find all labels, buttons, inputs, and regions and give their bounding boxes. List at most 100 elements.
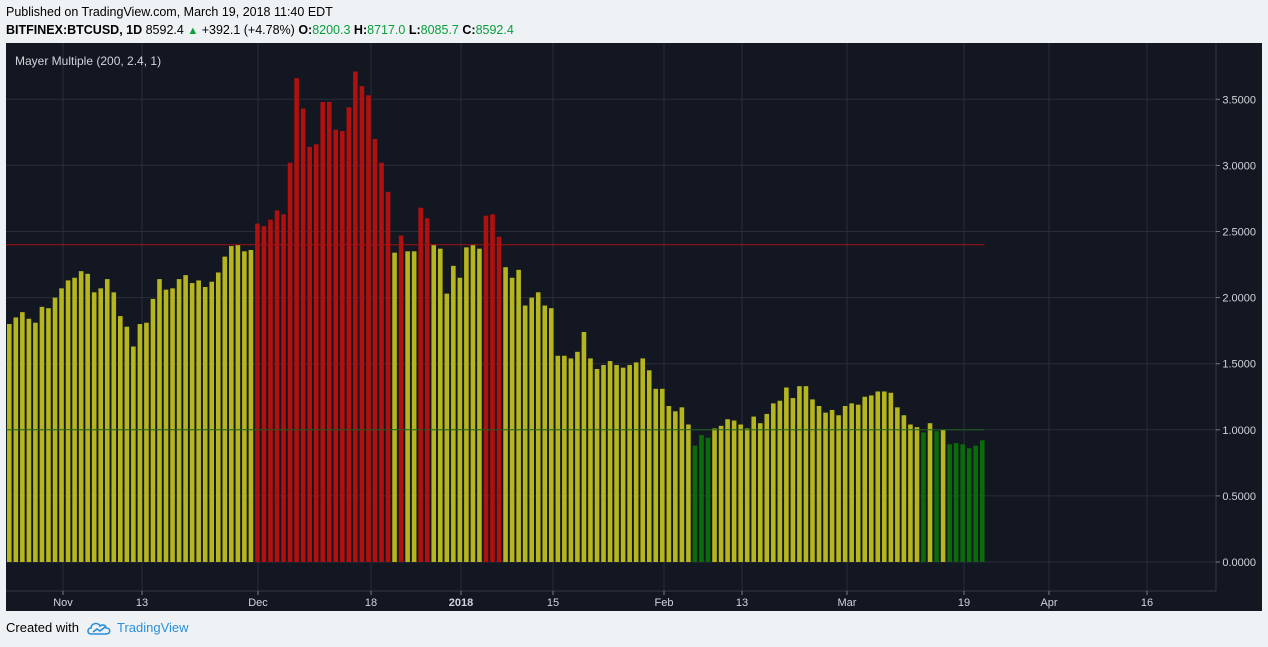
bar[interactable] <box>313 144 319 563</box>
bar[interactable] <box>823 412 828 562</box>
bar[interactable] <box>921 432 926 562</box>
bar[interactable] <box>594 368 600 562</box>
bar[interactable] <box>914 427 920 562</box>
bar[interactable] <box>555 355 561 562</box>
bar[interactable] <box>418 207 423 563</box>
bar[interactable] <box>660 388 665 562</box>
bar[interactable] <box>437 248 443 562</box>
bar[interactable] <box>522 305 528 562</box>
bar[interactable] <box>718 425 724 562</box>
bar[interactable] <box>294 78 299 562</box>
bar[interactable] <box>836 415 841 562</box>
bar[interactable] <box>646 370 652 562</box>
bar[interactable] <box>7 324 12 562</box>
bar[interactable] <box>731 420 737 562</box>
bar[interactable] <box>535 292 541 562</box>
bar[interactable] <box>451 265 456 562</box>
bar[interactable] <box>934 431 939 562</box>
bar[interactable] <box>725 419 730 562</box>
bar[interactable] <box>215 272 221 562</box>
bar[interactable] <box>483 215 489 563</box>
bar[interactable] <box>379 162 384 563</box>
bar[interactable] <box>242 251 247 562</box>
bar[interactable] <box>229 246 234 563</box>
bar[interactable] <box>150 298 156 562</box>
bar[interactable] <box>431 244 437 562</box>
bar[interactable] <box>248 250 254 562</box>
bar[interactable] <box>222 256 228 562</box>
bar[interactable] <box>255 223 260 562</box>
bar[interactable] <box>888 392 894 562</box>
bar[interactable] <box>137 324 143 562</box>
bar[interactable] <box>562 355 567 562</box>
bar[interactable] <box>307 146 312 562</box>
bar[interactable] <box>281 214 286 562</box>
bar[interactable] <box>829 409 835 562</box>
bar[interactable] <box>405 251 410 562</box>
bar[interactable] <box>751 416 757 562</box>
bar[interactable] <box>274 210 280 562</box>
bar[interactable] <box>78 271 84 562</box>
bar[interactable] <box>640 358 646 562</box>
bar[interactable] <box>196 280 201 562</box>
bar[interactable] <box>104 279 110 562</box>
bar[interactable] <box>503 267 508 562</box>
bar[interactable] <box>131 346 136 562</box>
bar[interactable] <box>470 244 476 562</box>
bar[interactable] <box>810 399 815 562</box>
bar[interactable] <box>862 396 868 562</box>
bar[interactable] <box>346 107 352 563</box>
bar[interactable] <box>738 424 743 562</box>
tradingview-brand[interactable]: TradingView <box>87 620 189 635</box>
bar[interactable] <box>163 289 169 562</box>
bar[interactable] <box>457 277 463 562</box>
bar[interactable] <box>627 365 632 562</box>
bar[interactable] <box>118 316 123 562</box>
bar[interactable] <box>901 415 907 562</box>
bar[interactable] <box>588 358 593 562</box>
bar[interactable] <box>803 386 809 562</box>
bar[interactable] <box>908 424 913 562</box>
bar[interactable] <box>157 279 162 562</box>
bar[interactable] <box>13 317 19 562</box>
bar[interactable] <box>424 218 430 562</box>
bar[interactable] <box>509 277 515 562</box>
bar[interactable] <box>490 214 495 562</box>
bar[interactable] <box>392 252 397 563</box>
bar[interactable] <box>444 293 450 562</box>
bar[interactable] <box>333 129 339 562</box>
bar[interactable] <box>797 386 802 562</box>
bar[interactable] <box>170 288 175 562</box>
mayer-multiple-chart[interactable]: 0.0000 0.5000 1.0000 1.5000 2.0000 2.5000 3.00… <box>6 43 1262 611</box>
bar[interactable] <box>33 322 38 562</box>
bar[interactable] <box>261 226 267 562</box>
bar[interactable] <box>340 131 345 562</box>
bar[interactable] <box>973 445 979 562</box>
bar[interactable] <box>620 367 626 562</box>
bar[interactable] <box>477 248 482 562</box>
bar[interactable] <box>39 306 45 562</box>
bar[interactable] <box>633 362 639 562</box>
bar[interactable] <box>882 391 887 562</box>
bar[interactable] <box>20 312 25 562</box>
bar[interactable] <box>59 288 64 562</box>
bar[interactable] <box>124 326 130 562</box>
bar[interactable] <box>953 443 959 562</box>
bar[interactable] <box>183 275 188 562</box>
bar[interactable] <box>516 269 521 562</box>
bar[interactable] <box>26 318 32 562</box>
bar[interactable] <box>542 305 548 562</box>
bar[interactable] <box>359 86 365 562</box>
bar[interactable] <box>679 407 685 562</box>
bar[interactable] <box>699 435 704 562</box>
bar[interactable] <box>385 191 391 562</box>
bar[interactable] <box>686 424 691 562</box>
bar[interactable] <box>91 292 97 562</box>
bar[interactable] <box>979 440 985 562</box>
bar[interactable] <box>144 322 149 562</box>
bar[interactable] <box>568 358 574 562</box>
bar[interactable] <box>764 413 770 562</box>
bar[interactable] <box>300 108 306 562</box>
bar[interactable] <box>757 423 763 562</box>
bar[interactable] <box>855 404 861 562</box>
